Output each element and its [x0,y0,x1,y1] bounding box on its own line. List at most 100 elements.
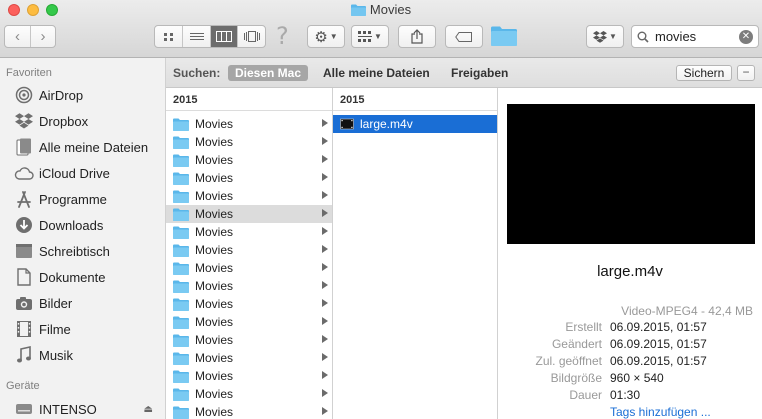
music-icon [14,345,34,365]
drive-icon [14,399,34,419]
scope-this-mac[interactable]: Diesen Mac [228,65,309,81]
back-button[interactable]: ‹ [5,26,30,47]
cover-flow-button[interactable] [237,26,265,47]
sidebar-item-all-files[interactable]: Alle meine Dateien [0,134,165,160]
folder-icon [173,118,189,131]
eject-icon[interactable]: ⏏ [144,404,153,415]
search-input[interactable]: movies [655,29,739,44]
detail-value: 01:30 [610,388,641,402]
list-item-folder[interactable]: Movies [166,295,332,313]
list-item-folder[interactable]: Movies [166,259,332,277]
column-view-button[interactable] [209,26,238,47]
list-item-folder[interactable]: Movies [166,313,332,331]
folder-name: Movies [195,261,234,275]
list-item-folder[interactable]: Movies [166,205,332,223]
preview-detail-row: Erstellt 06.09.2015, 01:57 [498,320,762,337]
action-menu-button[interactable]: ⚙ ▼ [307,25,345,48]
share-icon [411,29,423,44]
sidebar-item-label: INTENSO [39,401,97,417]
scope-all-my-files[interactable]: Alle meine Dateien [323,65,430,81]
search-scope-bar: Suchen: Diesen Mac Alle meine Dateien Fr… [166,58,762,88]
preview-detail-row: Zul. geöffnet 06.09.2015, 01:57 [498,354,762,371]
movies-icon [14,319,34,339]
detail-key: Bildgröße [550,371,602,385]
documents-icon [14,267,34,287]
folder-icon [173,280,189,293]
sidebar-item-movies[interactable]: Filme [0,316,165,342]
list-item-folder[interactable]: Movies [166,385,332,403]
folder-icon [173,316,189,329]
chevron-down-icon: ▼ [374,32,382,41]
detail-value: 06.09.2015, 01:57 [610,354,707,368]
folder-icon [173,190,189,203]
sidebar-item-dropbox[interactable]: Dropbox [0,108,165,134]
search-icon [637,31,649,43]
sidebar-item-desktop[interactable]: Schreibtisch [0,238,165,264]
clear-search-icon[interactable]: ✕ [739,29,753,44]
sidebar-header-favorites: Favoriten [6,67,52,79]
list-item-folder[interactable]: Movies [166,115,332,133]
tag-button[interactable] [445,25,483,48]
remove-criteria-button[interactable]: − [737,65,755,81]
arrange-menu-button[interactable]: ▼ [351,25,389,48]
disclosure-arrow-icon [322,209,328,217]
disclosure-arrow-icon [322,371,328,379]
disclosure-arrow-icon [322,245,328,253]
dropbox-menu-button[interactable]: ▼ [586,25,624,48]
sidebar-item-downloads[interactable]: Downloads [0,212,165,238]
disclosure-arrow-icon [322,353,328,361]
list-view-icon [189,32,204,40]
save-search-button[interactable]: Sichern [676,65,732,81]
icon-view-button[interactable] [155,26,182,47]
list-item-folder[interactable]: Movies [166,241,332,259]
folder-icon [173,226,189,239]
view-mode-group [154,25,266,48]
sidebar-item-applications[interactable]: Programme [0,186,165,212]
sidebar-item-documents[interactable]: Dokumente [0,264,165,290]
list-item-folder[interactable]: Movies [166,367,332,385]
scope-shared[interactable]: Freigaben [451,65,508,81]
list-item-folder[interactable]: Movies [166,223,332,241]
sidebar-item-label: Bilder [39,295,73,311]
forward-button[interactable]: › [29,26,55,47]
sidebar-item-airdrop[interactable]: AirDrop [0,82,165,108]
list-item-folder[interactable]: Movies [166,151,332,169]
folder-name: Movies [195,189,234,203]
list-item-folder[interactable]: Movies [166,349,332,367]
list-item-folder[interactable]: Movies [166,169,332,187]
list-item-folder[interactable]: Movies [166,331,332,349]
folder-icon [173,244,189,257]
folder-icon [173,172,189,185]
sidebar-item-intenso[interactable]: INTENSO ⏏ [0,396,165,419]
sidebar-item-pictures[interactable]: Bilder [0,290,165,316]
list-item-file[interactable]: large.m4v [333,115,497,133]
sidebar-item-label: Programme [39,191,107,207]
list-item-folder[interactable]: Movies [166,133,332,151]
folder-proxy-icon[interactable] [491,26,517,49]
search-field[interactable]: movies ✕ [631,25,759,48]
folder-name: Movies [195,225,234,239]
detail-key: Geändert [551,337,602,351]
video-thumbnail[interactable] [507,104,755,244]
folder-icon [173,262,189,275]
sidebar-item-icloud[interactable]: iCloud Drive [0,160,165,186]
list-item-folder[interactable]: Movies [166,403,332,419]
list-view-button[interactable] [182,26,210,47]
folder-icon [173,406,189,419]
folder-name: Movies [195,297,234,311]
detail-value: 06.09.2015, 01:57 [610,337,707,351]
add-tags-link[interactable]: Tags hinzufügen ... [610,405,711,419]
list-item-folder[interactable]: Movies [166,187,332,205]
preview-detail-row: Tags hinzufügen ... [498,405,762,419]
disclosure-arrow-icon [322,299,328,307]
detail-key: Erstellt [565,320,602,334]
list-item-folder[interactable]: Movies [166,277,332,295]
desktop-icon [14,241,34,261]
help-icon[interactable]: ? [276,22,289,50]
results-column-1: 2015 Movies Movies Movies Movies Movies Movie… [166,88,333,419]
share-button[interactable] [398,25,436,48]
sidebar-item-music[interactable]: Musik [0,342,165,368]
sidebar-item-label: Dropbox [39,113,89,129]
folder-icon [173,352,189,365]
disclosure-arrow-icon [322,317,328,325]
